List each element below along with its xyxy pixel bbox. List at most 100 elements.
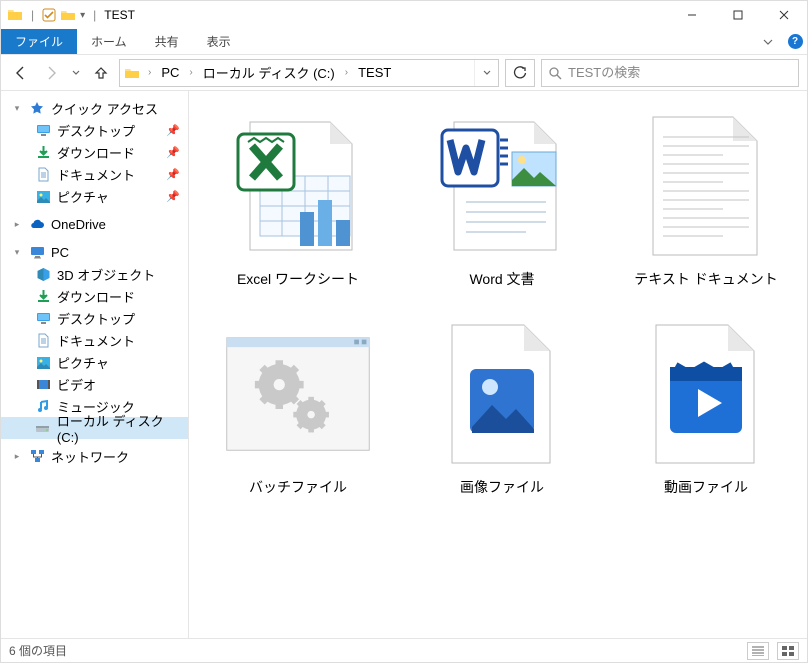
nav-label: OneDrive [51,217,106,232]
nav-onedrive[interactable]: ▸ OneDrive [1,213,188,235]
file-label: テキスト ドキュメント [634,269,777,289]
pin-icon: 📌 [166,168,180,181]
nav-qa-item[interactable]: ピクチャ 📌 [1,185,188,207]
search-icon [548,66,562,80]
nav-pc-item[interactable]: ローカル ディスク (C:) [1,417,188,439]
drive-icon [35,420,51,436]
pictures-icon [35,188,51,204]
nav-qa-item[interactable]: ダウンロード 📌 [1,141,188,163]
chevron-right-icon[interactable]: ▸ [11,219,23,230]
breadcrumb-pc[interactable]: PC [155,60,185,86]
qat: | ▾ | TEST [7,7,135,23]
help-button[interactable]: ? [783,29,807,54]
qat-dropdown-icon[interactable]: ▾ [80,10,85,21]
desktop-icon [35,310,51,326]
file-label: Excel ワークシート [237,269,359,289]
chevron-right-icon[interactable]: › [144,67,155,78]
file-item[interactable]: Excel ワークシート [203,105,393,299]
close-button[interactable] [761,1,807,29]
file-thumbnail-video [631,319,781,469]
nav-pc-item[interactable]: 3D オブジェクト [1,263,188,285]
chevron-right-icon[interactable]: › [341,67,352,78]
file-item[interactable]: テキスト ドキュメント [611,105,801,299]
qat-separator: | [31,8,34,22]
tab-view[interactable]: 表示 [193,29,245,54]
nav-label: ピクチャ [57,353,109,372]
file-label: 画像ファイル [460,477,544,497]
navigation-pane[interactable]: ▾ クイック アクセス デスクトップ 📌 ダウンロード 📌 ドキュメント 📌 ピ… [1,91,189,638]
nav-pc-item[interactable]: ピクチャ [1,351,188,373]
breadcrumb-drive[interactable]: ローカル ディスク (C:) [197,60,341,86]
nav-label: デスクトップ [57,309,135,328]
desktop-icon [35,122,51,138]
search-input[interactable] [568,65,792,80]
tab-home[interactable]: ホーム [77,29,141,54]
breadcrumb-folder[interactable]: TEST [352,60,397,86]
ribbon: ファイル ホーム 共有 表示 ? [1,29,807,55]
file-item[interactable]: バッチファイル [203,313,393,507]
pin-icon: 📌 [166,146,180,159]
tab-share[interactable]: 共有 [141,29,193,54]
forward-button[interactable] [39,59,63,87]
nav-qa-item[interactable]: ドキュメント 📌 [1,163,188,185]
address-dropdown-button[interactable] [474,60,498,86]
nav-label: ダウンロード [57,287,135,306]
minimize-button[interactable] [669,1,715,29]
pin-icon: 📌 [166,190,180,203]
file-thumbnail-text [631,111,781,261]
back-button[interactable] [9,59,33,87]
nav-pc-item[interactable]: デスクトップ [1,307,188,329]
nav-label: ダウンロード [57,143,135,162]
pin-icon: 📌 [166,124,180,137]
chevron-down-icon[interactable]: ▾ [11,247,23,258]
status-item-count: 6 個の項目 [9,642,67,659]
address-folder-icon [120,65,144,81]
nav-label: ドキュメント [57,165,135,184]
nav-label: PC [51,245,69,260]
pictures-icon [35,354,51,370]
chevron-right-icon[interactable]: ▸ [11,451,23,462]
download-icon [35,288,51,304]
nav-label: クイック アクセス [51,99,158,118]
folder-icon [7,7,23,23]
file-thumbnail-image [427,319,577,469]
explorer-body: ▾ クイック アクセス デスクトップ 📌 ダウンロード 📌 ドキュメント 📌 ピ… [1,91,807,638]
nav-qa-item[interactable]: デスクトップ 📌 [1,119,188,141]
file-item[interactable]: 動画ファイル [611,313,801,507]
help-icon: ? [788,34,803,49]
nav-label: 3D オブジェクト [57,265,155,284]
refresh-button[interactable] [505,59,535,87]
address-bar[interactable]: › PC › ローカル ディスク (C:) › TEST [119,59,499,87]
nav-network[interactable]: ▸ ネットワーク [1,445,188,467]
file-item[interactable]: Word 文書 [407,105,597,299]
video-icon [35,376,51,392]
pc-icon [29,244,45,260]
file-view[interactable]: Excel ワークシート Word 文書 [189,91,807,638]
nav-quick-access[interactable]: ▾ クイック アクセス [1,97,188,119]
chevron-down-icon[interactable]: ▾ [11,103,23,114]
nav-pc-item[interactable]: ダウンロード [1,285,188,307]
nav-label: デスクトップ [57,121,135,140]
nav-label: ドキュメント [57,331,135,350]
nav-pc-item[interactable]: ビデオ [1,373,188,395]
tab-file[interactable]: ファイル [1,29,77,54]
navigation-row: › PC › ローカル ディスク (C:) › TEST [1,55,807,91]
nav-pc-item[interactable]: ドキュメント [1,329,188,351]
qat-separator-2: | [93,8,96,22]
chevron-right-icon[interactable]: › [185,67,196,78]
file-thumbnail-word [427,111,577,261]
large-icons-view-button[interactable] [777,642,799,660]
recent-locations-button[interactable] [69,59,83,87]
nav-pc[interactable]: ▾ PC [1,241,188,263]
nav-label: ピクチャ [57,187,109,206]
ribbon-expand-button[interactable] [753,29,783,54]
file-item[interactable]: 画像ファイル [407,313,597,507]
folder-icon-small[interactable] [60,7,76,23]
up-button[interactable] [89,59,113,87]
document-icon [35,332,51,348]
nav-label: ローカル ディスク (C:) [57,411,188,445]
details-view-button[interactable] [747,642,769,660]
maximize-button[interactable] [715,1,761,29]
qat-check-icon[interactable] [42,8,56,22]
search-box[interactable] [541,59,799,87]
